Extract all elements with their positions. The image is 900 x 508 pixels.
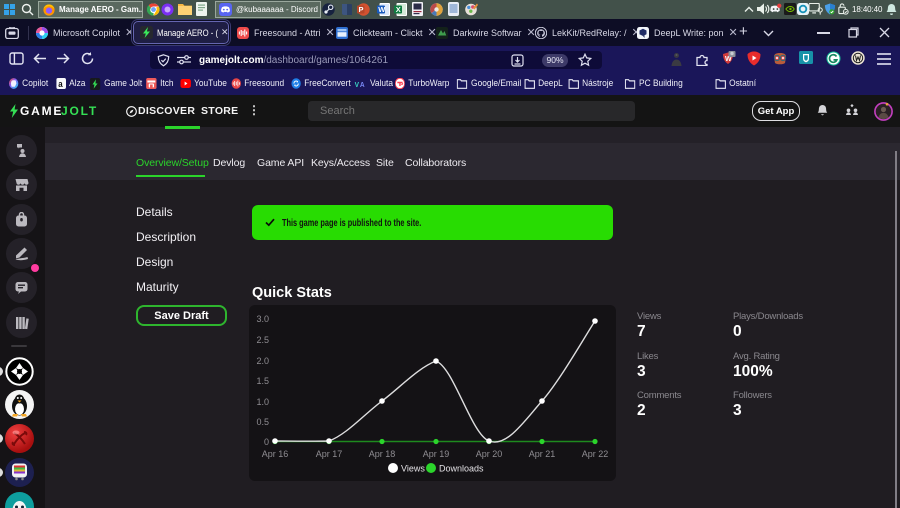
svg-text:A: A [360,81,365,87]
svg-text:P: P [359,5,364,14]
svg-text:a: a [58,78,63,89]
svg-text:1.5: 1.5 [256,376,269,386]
svg-text:W: W [725,56,732,63]
svg-text:W: W [378,5,386,14]
svg-text:Apr 18: Apr 18 [369,449,396,459]
svg-text:0.5: 0.5 [256,417,269,427]
svg-text:Apr 16: Apr 16 [262,449,289,459]
svg-text:0: 0 [264,437,269,447]
svg-text:Apr 20: Apr 20 [476,449,503,459]
svg-text:Apr 17: Apr 17 [316,449,343,459]
svg-text:X: X [396,5,401,14]
svg-text:Downloads: Downloads [439,464,484,474]
svg-text:Apr 19: Apr 19 [423,449,450,459]
svg-text:2.0: 2.0 [256,356,269,366]
svg-text:1.0: 1.0 [256,397,269,407]
svg-text:Views: Views [401,464,425,474]
svg-text:Apr 21: Apr 21 [529,449,556,459]
svg-text:Apr 22: Apr 22 [582,449,609,459]
svg-text:3.0: 3.0 [256,314,269,324]
svg-text:V: V [355,81,360,87]
svg-text:2.5: 2.5 [256,335,269,345]
